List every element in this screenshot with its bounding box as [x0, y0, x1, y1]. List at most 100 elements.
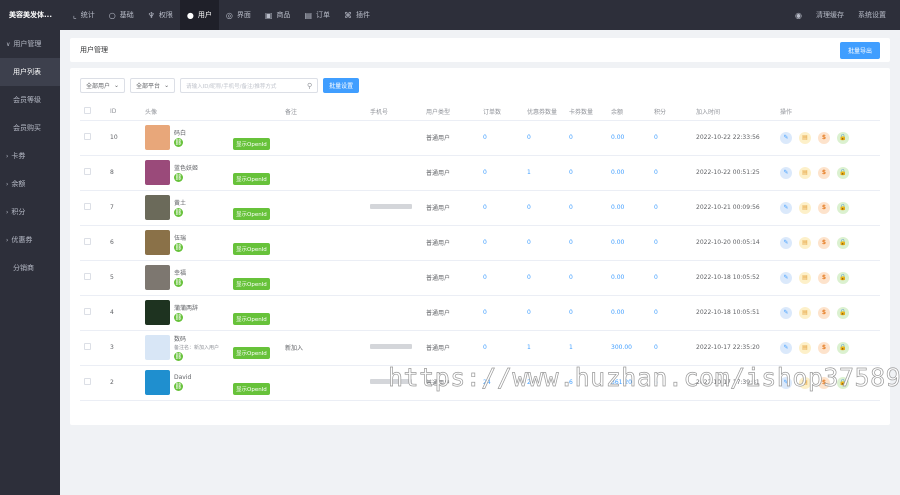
- card-count[interactable]: 0: [565, 190, 607, 226]
- sidebar-item[interactable]: › 优惠券: [0, 226, 60, 254]
- sidebar-item[interactable]: 分销商: [0, 254, 60, 282]
- account-icon[interactable]: ◉: [795, 11, 802, 20]
- link-icon[interactable]: ⛓: [174, 313, 183, 322]
- avatar[interactable]: [145, 300, 170, 325]
- avatar[interactable]: [145, 125, 170, 150]
- row-checkbox[interactable]: [84, 378, 91, 385]
- points-value[interactable]: 0: [650, 155, 692, 191]
- link-icon[interactable]: ⛓: [174, 243, 183, 252]
- batch-export-button[interactable]: 批量导出: [839, 41, 880, 59]
- avatar[interactable]: [145, 370, 170, 395]
- coin-icon[interactable]: $: [818, 306, 830, 319]
- order-count[interactable]: 0: [479, 225, 523, 261]
- points-value[interactable]: 0: [650, 120, 692, 156]
- show-openid-button[interactable]: 显示OpenId: [233, 313, 270, 325]
- show-openid-button[interactable]: 显示OpenId: [233, 208, 270, 220]
- coin-icon[interactable]: $: [818, 131, 830, 144]
- avatar[interactable]: [145, 230, 170, 255]
- search-input[interactable]: 请输入ID/昵称/手机号/备注/推荐方式 ⚲: [180, 78, 319, 93]
- avatar[interactable]: [145, 335, 170, 360]
- card-icon[interactable]: ▤: [799, 271, 811, 284]
- clear-cache-link[interactable]: 清理缓存: [816, 10, 844, 20]
- show-openid-button[interactable]: 显示OpenId: [233, 383, 270, 395]
- card-icon[interactable]: ▤: [799, 341, 811, 354]
- coin-icon[interactable]: $: [818, 236, 830, 249]
- coin-icon[interactable]: $: [818, 201, 830, 214]
- card-count[interactable]: 1: [565, 330, 607, 366]
- coupon-count[interactable]: 1: [523, 155, 565, 191]
- coin-icon[interactable]: $: [818, 166, 830, 179]
- link-icon[interactable]: ⛓: [174, 173, 183, 182]
- topnav-plugin[interactable]: ⌘ 插件: [337, 0, 377, 30]
- topnav-order[interactable]: ▤ 订单: [297, 0, 337, 30]
- avatar[interactable]: [145, 265, 170, 290]
- topnav-hierarchy[interactable]: ♆ 权限: [141, 0, 180, 30]
- coupon-count[interactable]: 0: [523, 120, 565, 156]
- edit-icon[interactable]: ✎: [780, 201, 792, 214]
- user-type-select[interactable]: 全部用户 ⌄: [80, 78, 126, 93]
- card-icon[interactable]: ▤: [799, 201, 811, 214]
- order-count[interactable]: 0: [479, 295, 523, 331]
- sidebar-item[interactable]: 会员购买: [0, 114, 60, 142]
- coin-icon[interactable]: $: [818, 271, 830, 284]
- app-brand[interactable]: 美容美发体...: [0, 0, 60, 30]
- card-count[interactable]: 0: [565, 260, 607, 296]
- row-checkbox[interactable]: [84, 133, 91, 140]
- link-icon[interactable]: ⛓: [174, 208, 183, 217]
- batch-set-button[interactable]: 批量设置: [323, 78, 360, 93]
- link-icon[interactable]: ⛓: [174, 382, 183, 391]
- topnav-box[interactable]: ▣ 商品: [258, 0, 298, 30]
- search-icon[interactable]: ⚲: [307, 82, 312, 90]
- topnav-palette[interactable]: ◎ 界面: [219, 0, 258, 30]
- row-checkbox[interactable]: [84, 168, 91, 175]
- row-checkbox[interactable]: [84, 273, 91, 280]
- edit-icon[interactable]: ✎: [780, 341, 792, 354]
- card-icon[interactable]: ▤: [799, 236, 811, 249]
- points-value[interactable]: 0: [650, 330, 692, 366]
- platform-select[interactable]: 全部平台 ⌄: [130, 78, 176, 93]
- row-checkbox[interactable]: [84, 343, 91, 350]
- card-count[interactable]: 0: [565, 225, 607, 261]
- coin-icon[interactable]: $: [818, 341, 830, 354]
- coupon-count[interactable]: 0: [523, 260, 565, 296]
- sidebar-item[interactable]: › 余额: [0, 170, 60, 198]
- link-icon[interactable]: ⛓: [174, 352, 183, 361]
- points-value[interactable]: 0: [650, 225, 692, 261]
- card-count[interactable]: 0: [565, 155, 607, 191]
- show-openid-button[interactable]: 显示OpenId: [233, 173, 270, 185]
- select-all-checkbox[interactable]: [84, 107, 91, 115]
- points-value[interactable]: 0: [650, 190, 692, 226]
- lock-icon[interactable]: 🔒: [837, 236, 849, 249]
- show-openid-button[interactable]: 显示OpenId: [233, 243, 270, 255]
- card-icon[interactable]: ▤: [799, 131, 811, 144]
- card-icon[interactable]: ▤: [799, 306, 811, 319]
- card-icon[interactable]: ▤: [799, 166, 811, 179]
- order-count[interactable]: 0: [479, 155, 523, 191]
- topnav-circle[interactable]: ○ 基础: [102, 0, 141, 30]
- balance-value[interactable]: 0.00: [607, 295, 650, 331]
- lock-icon[interactable]: 🔒: [837, 341, 849, 354]
- coupon-count[interactable]: 1: [523, 330, 565, 366]
- link-icon[interactable]: ⛓: [174, 278, 183, 287]
- points-value[interactable]: 0: [650, 260, 692, 296]
- sidebar-item[interactable]: › 积分: [0, 198, 60, 226]
- balance-value[interactable]: 0.00: [607, 190, 650, 226]
- coupon-count[interactable]: 0: [523, 190, 565, 226]
- sidebar-item[interactable]: ∨ 用户管理: [0, 30, 60, 58]
- order-count[interactable]: 0: [479, 120, 523, 156]
- avatar[interactable]: [145, 195, 170, 220]
- sidebar-item[interactable]: › 卡券: [0, 142, 60, 170]
- order-count[interactable]: 0: [479, 260, 523, 296]
- sidebar-item[interactable]: 用户列表: [0, 58, 60, 86]
- row-checkbox[interactable]: [84, 238, 91, 245]
- avatar[interactable]: [145, 160, 170, 185]
- link-icon[interactable]: ⛓: [174, 138, 183, 147]
- card-count[interactable]: 0: [565, 120, 607, 156]
- show-openid-button[interactable]: 显示OpenId: [233, 138, 270, 150]
- edit-icon[interactable]: ✎: [780, 271, 792, 284]
- edit-icon[interactable]: ✎: [780, 236, 792, 249]
- lock-icon[interactable]: 🔒: [837, 201, 849, 214]
- edit-icon[interactable]: ✎: [780, 166, 792, 179]
- lock-icon[interactable]: 🔒: [837, 131, 849, 144]
- order-count[interactable]: 0: [479, 190, 523, 226]
